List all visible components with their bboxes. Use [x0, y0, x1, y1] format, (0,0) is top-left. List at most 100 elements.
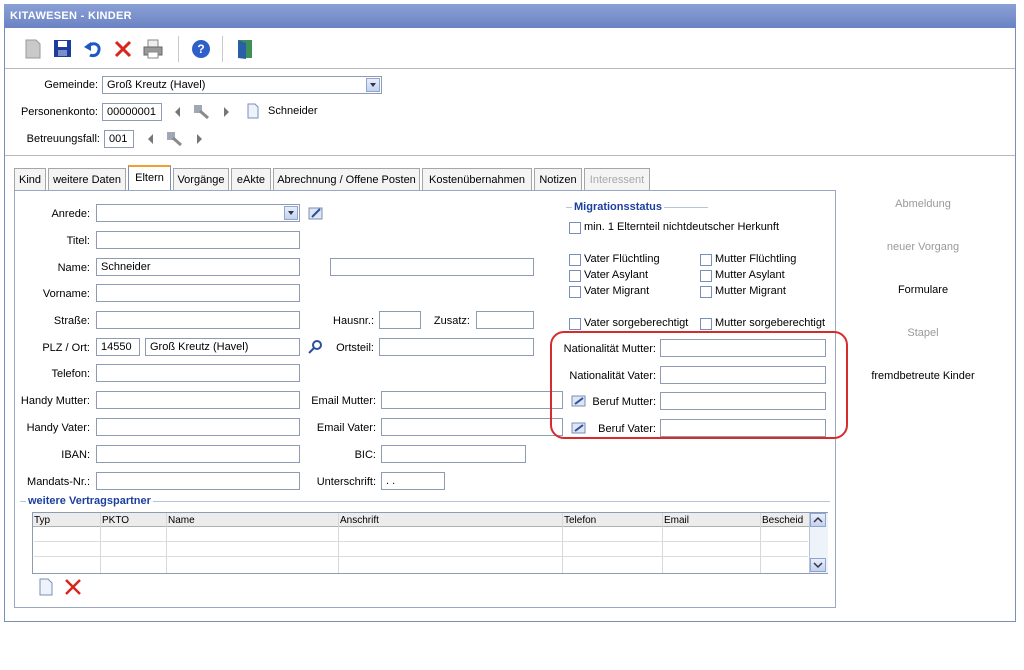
- nat-vater-label: Nationalität Vater:: [569, 370, 656, 382]
- tab-weitere-daten[interactable]: weitere Daten: [48, 168, 126, 190]
- gemeinde-select[interactable]: Groß Kreutz (Havel): [102, 76, 382, 94]
- betreuungsfall-field[interactable]: 001: [104, 130, 134, 148]
- unterschrift-field[interactable]: . .: [381, 472, 445, 490]
- table-row: [34, 541, 808, 542]
- unterschrift-label: Unterschrift:: [316, 476, 376, 488]
- mandats-label: Mandats-Nr.:: [27, 476, 90, 488]
- checkbox-mutter-sorge[interactable]: [700, 318, 712, 330]
- chevron-down-icon[interactable]: [284, 206, 298, 220]
- delete-icon[interactable]: [112, 38, 134, 60]
- column-header[interactable]: Name: [168, 514, 195, 527]
- min-elternteil-label: min. 1 Elternteil nichtdeutscher Herkunf…: [584, 221, 780, 233]
- handy-vater-field[interactable]: [96, 418, 300, 436]
- beruf-vater-field[interactable]: [660, 419, 826, 437]
- new-row-icon[interactable]: [38, 578, 54, 599]
- bic-field[interactable]: [381, 445, 526, 463]
- edit-icon[interactable]: [571, 421, 587, 438]
- nav-next-icon[interactable]: [197, 134, 202, 144]
- beruf-mutter-field[interactable]: [660, 392, 826, 410]
- toolbar-separator: [178, 36, 179, 62]
- email-mutter-field[interactable]: [381, 391, 563, 409]
- mutter-asylant-label: Mutter Asylant: [715, 269, 785, 281]
- column-header[interactable]: Telefon: [564, 514, 596, 527]
- anrede-select[interactable]: [96, 204, 300, 222]
- nat-vater-field[interactable]: [660, 366, 826, 384]
- ortsteil-field[interactable]: [379, 338, 534, 356]
- abmeldung-link[interactable]: Abmeldung: [843, 198, 1003, 210]
- checkbox-vater-fluechtling[interactable]: [569, 254, 581, 266]
- telefon-field[interactable]: [96, 364, 300, 382]
- tab-eakte[interactable]: eAkte: [231, 168, 271, 190]
- stapel-link[interactable]: Stapel: [843, 327, 1003, 339]
- strasse-label: Straße:: [53, 315, 90, 327]
- handy-mutter-field[interactable]: [96, 391, 300, 409]
- exit-icon[interactable]: [234, 38, 256, 60]
- fremdbetreute-kinder-link[interactable]: fremdbetreute Kinder: [843, 370, 1003, 382]
- column-header[interactable]: PKTO: [102, 514, 129, 527]
- scroll-down-icon[interactable]: [810, 558, 826, 572]
- delete-row-icon[interactable]: [64, 578, 82, 599]
- new-doc-icon[interactable]: [22, 38, 44, 60]
- hausnr-field[interactable]: [379, 311, 421, 329]
- gemeinde-label: Gemeinde:: [44, 79, 98, 91]
- email-vater-field[interactable]: [381, 418, 563, 436]
- tab-abrechnung[interactable]: Abrechnung / Offene Posten: [273, 168, 420, 190]
- personenkonto-field[interactable]: 00000001: [102, 103, 162, 121]
- zusatz-field[interactable]: [476, 311, 534, 329]
- column-header[interactable]: Anschrift: [340, 514, 379, 527]
- search-key-icon[interactable]: [192, 102, 210, 123]
- mandats-field[interactable]: [96, 472, 300, 490]
- tab-kostenuebernahmen[interactable]: Kostenübernahmen: [422, 168, 532, 190]
- help-icon[interactable]: ?: [190, 38, 212, 60]
- nav-prev-icon[interactable]: [175, 107, 180, 117]
- vater-migrant-label: Vater Migrant: [584, 285, 650, 297]
- neuer-vorgang-link[interactable]: neuer Vorgang: [843, 241, 1003, 253]
- nav-next-icon[interactable]: [224, 107, 229, 117]
- iban-field[interactable]: [96, 445, 300, 463]
- column-header[interactable]: Typ: [34, 514, 50, 527]
- tab-kind[interactable]: Kind: [14, 168, 46, 190]
- beruf-mutter-label: Beruf Mutter:: [592, 396, 656, 408]
- formulare-link[interactable]: Formulare: [843, 284, 1003, 296]
- column-header[interactable]: Email: [664, 514, 689, 527]
- print-icon[interactable]: [142, 38, 164, 60]
- titel-field[interactable]: [96, 231, 300, 249]
- nat-mutter-field[interactable]: [660, 339, 826, 357]
- name-field[interactable]: Schneider: [96, 258, 300, 276]
- checkbox-mutter-migrant[interactable]: [700, 286, 712, 298]
- anrede-label: Anrede:: [51, 208, 90, 220]
- grid-line: [760, 513, 761, 573]
- name-extra-field[interactable]: [330, 258, 534, 276]
- checkbox-mutter-asylant[interactable]: [700, 270, 712, 282]
- edit-icon[interactable]: [571, 394, 587, 411]
- ortsteil-label: Ortsteil:: [336, 342, 374, 354]
- nav-prev-icon[interactable]: [148, 134, 153, 144]
- toolbar-separator: [222, 36, 223, 62]
- window-title: KITAWESEN - KINDER: [4, 4, 1016, 28]
- tab-vorgaenge[interactable]: Vorgänge: [173, 168, 229, 190]
- document-icon[interactable]: [246, 103, 260, 122]
- checkbox-mutter-fluechtling[interactable]: [700, 254, 712, 266]
- vater-sorge-label: Vater sorgeberechtigt: [584, 317, 689, 329]
- plz-field[interactable]: 14550: [96, 338, 140, 356]
- search-key-icon[interactable]: [165, 129, 183, 150]
- checkbox-min-elternteil[interactable]: [569, 222, 581, 234]
- checkbox-vater-sorge[interactable]: [569, 318, 581, 330]
- tab-notizen[interactable]: Notizen: [534, 168, 582, 190]
- column-header[interactable]: Bescheid: [762, 514, 803, 527]
- edit-icon[interactable]: [308, 205, 324, 224]
- scroll-up-icon[interactable]: [810, 513, 826, 527]
- mutter-sorge-label: Mutter sorgeberechtigt: [715, 317, 826, 329]
- tab-eltern[interactable]: Eltern: [128, 165, 171, 191]
- chevron-down-icon[interactable]: [366, 78, 380, 92]
- ort-field[interactable]: Groß Kreutz (Havel): [145, 338, 300, 356]
- vorname-field[interactable]: [96, 284, 300, 302]
- bic-label: BIC:: [354, 449, 376, 461]
- strasse-field[interactable]: [96, 311, 300, 329]
- checkbox-vater-asylant[interactable]: [569, 270, 581, 282]
- save-icon[interactable]: [52, 38, 74, 60]
- checkbox-vater-migrant[interactable]: [569, 286, 581, 298]
- undo-icon[interactable]: [82, 38, 104, 60]
- handy-mutter-label: Handy Mutter:: [20, 395, 90, 407]
- divider: [5, 155, 1015, 156]
